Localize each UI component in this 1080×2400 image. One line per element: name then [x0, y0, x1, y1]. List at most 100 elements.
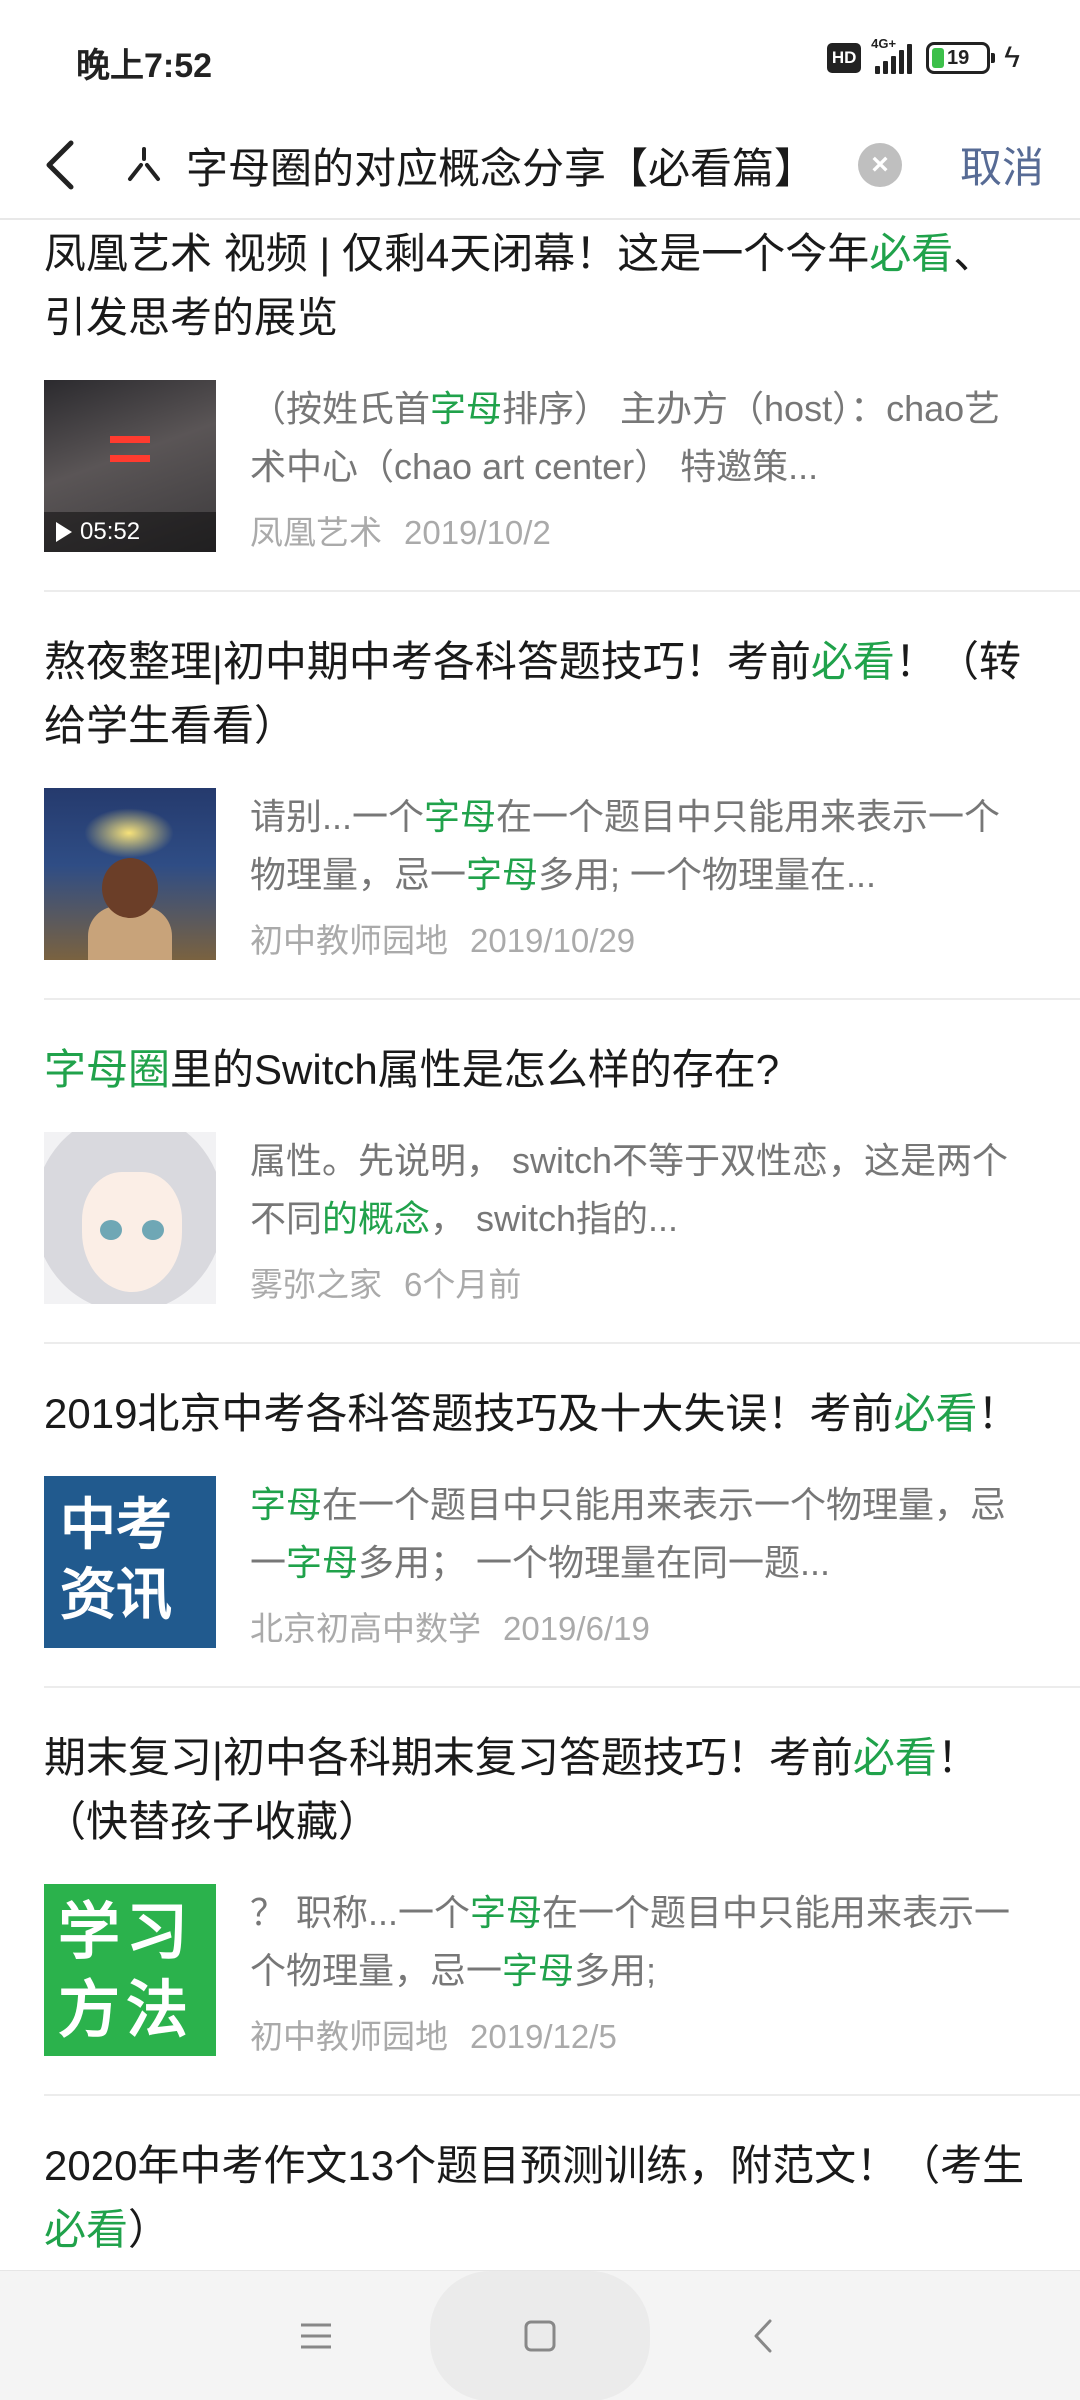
battery-level: 19	[946, 46, 970, 69]
result-source: 初中教师园地	[250, 2018, 448, 2055]
text-segment: 2019北京中考各科答题技巧及十大失误！考前	[44, 1390, 894, 1437]
network-type: 4G+	[871, 36, 897, 51]
result-thumbnail[interactable]: 学习方法	[44, 1884, 216, 2056]
anime-eye	[100, 1220, 122, 1240]
search-result-item[interactable]: 熬夜整理|初中期中考各科答题技巧！考前必看！（转给学生看看） 请别...一个字母在…	[0, 630, 1080, 960]
result-title[interactable]: 2020年中考作文13个题目预测训练，附范文！（考生必看）	[44, 2134, 1036, 2262]
cancel-button[interactable]: 取消	[960, 134, 1044, 195]
result-info: ？ 职称...一个字母在一个题目中只能用来表示一个物理量，忌一字母多用; 初中教师…	[250, 1884, 1036, 2056]
result-snippet: 字母在一个题目中只能用来表示一个物理量，忌一字母多用； 一个物理量在同一题...	[250, 1476, 1036, 1592]
result-divider	[44, 2094, 1080, 2096]
result-snippet: 请别...一个字母在一个题目中只能用来表示一个物理量，忌一字母多用; 一个物理量…	[250, 788, 1036, 904]
charging-icon: ϟ	[1004, 41, 1020, 74]
search-result-item[interactable]: 期末复习|初中各科期末复习答题技巧！考前必看！（快替孩子收藏） 学习方法 ？ 职称.…	[0, 1726, 1080, 2056]
battery-icon: 19	[926, 42, 996, 74]
result-title[interactable]: 期末复习|初中各科期末复习答题技巧！考前必看！（快替孩子收藏）	[44, 1726, 1036, 1854]
highlight-text: 必看	[869, 230, 954, 277]
search-query: 字母圈的对应概念分享【必看篇】	[186, 144, 817, 192]
thumbnail-text: 中考资讯	[60, 1493, 172, 1626]
student-head	[102, 858, 158, 918]
status-indicators: HD 4G+ 19 ϟ	[827, 36, 1020, 76]
chevron-left-icon	[46, 140, 74, 190]
signal-icon: 4G+	[871, 36, 913, 74]
status-time: 晚上7:52	[76, 47, 213, 85]
highlight-text: 的概念	[322, 1198, 431, 1239]
result-meta: 凤凰艺术 2019/10/2	[250, 506, 1036, 554]
text-segment: ）	[128, 2206, 171, 2253]
result-info: （按姓氏首字母排序） 主办方（host）：chao艺术中心（chao art c…	[250, 380, 1036, 552]
system-navigation-bar	[0, 2270, 1080, 2400]
back-button[interactable]	[28, 132, 94, 198]
result-date: 2019/10/29	[470, 922, 636, 959]
result-source: 北京初高中数学	[250, 1610, 481, 1647]
clear-search-button[interactable]: ×	[858, 143, 902, 187]
result-thumbnail[interactable]	[44, 1132, 216, 1304]
text-segment: 里的Switch属性是怎么样的存在?	[170, 1046, 780, 1093]
search-results-list: 凤凰艺术 视频 | 仅剩4天闭幕！这是一个今年必看、引发思考的展览 05:52 （按…	[0, 222, 1080, 2270]
result-date: 2019/6/19	[503, 1610, 650, 1647]
highlight-text: 字母	[470, 1892, 543, 1933]
highlight-text: 字母	[250, 1484, 323, 1525]
result-body: 学习方法 ？ 职称...一个字母在一个题目中只能用来表示一个物理量，忌一字母多用;…	[44, 1884, 1036, 2056]
text-segment: 多用; 一个物理量在...	[538, 854, 877, 895]
result-meta: 北京初高中数学 2019/6/19	[250, 1602, 1036, 1650]
result-date: 2019/10/2	[404, 514, 551, 551]
result-snippet: （按姓氏首字母排序） 主办方（host）：chao艺术中心（chao art c…	[250, 380, 1036, 496]
neon-artwork	[110, 436, 150, 462]
highlight-text: 必看	[893, 1390, 978, 1437]
search-result-item[interactable]: 凤凰艺术 视频 | 仅剩4天闭幕！这是一个今年必看、引发思考的展览 05:52 （按…	[0, 222, 1080, 552]
text-segment: ， switch指的...	[430, 1198, 679, 1239]
result-title[interactable]: 字母圈里的Switch属性是怎么样的存在?	[44, 1038, 1036, 1102]
result-info: 属性。先说明， switch不等于双性恋，这是两个不同的概念， switch指的…	[250, 1132, 1036, 1304]
status-bar: 晚上7:52 HD 4G+ 19 ϟ	[0, 0, 1080, 110]
highlight-text: 字母	[424, 796, 497, 837]
thumbnail-text: 学习方法	[58, 1898, 195, 2045]
result-title[interactable]: 凤凰艺术 视频 | 仅剩4天闭幕！这是一个今年必看、引发思考的展览	[44, 222, 1036, 350]
back-nav-button[interactable]	[714, 2291, 814, 2381]
anime-face	[82, 1172, 182, 1292]
highlight-text: 字母	[430, 388, 503, 429]
highlight-text: 字母	[466, 854, 539, 895]
lamp-light	[84, 808, 174, 858]
video-duration: 05:52	[44, 512, 216, 552]
search-result-item[interactable]: 字母圈里的Switch属性是怎么样的存在? 属性。先说明， switch不等于双性…	[0, 1038, 1080, 1304]
text-segment: 请别...一个	[250, 796, 425, 837]
result-source: 凤凰艺术	[250, 514, 382, 551]
text-segment: 期末复习|初中各科期末复习答题技巧！考前	[44, 1734, 853, 1781]
search-result-item[interactable]: 2019北京中考各科答题技巧及十大失误！考前必看！ 中考资讯 字母在一个题目中只能用…	[0, 1382, 1080, 1648]
highlight-text: 必看	[44, 2206, 129, 2253]
anime-eye	[142, 1220, 164, 1240]
duration-text: 05:52	[80, 518, 141, 545]
search-result-item[interactable]: 2020年中考作文13个题目预测训练，附范文！（考生必看）	[0, 2134, 1080, 2262]
menu-button[interactable]	[266, 2291, 366, 2381]
text-segment: ？ 职称...一个	[250, 1892, 471, 1933]
close-icon: ×	[871, 148, 889, 181]
text-segment: 熬夜整理|初中期中考各科答题技巧！考前	[44, 638, 811, 685]
sparkle-icon	[120, 141, 168, 189]
text-segment: 多用;	[574, 1950, 657, 1991]
result-divider	[44, 998, 1080, 1000]
highlight-text: 字母	[286, 1542, 359, 1583]
result-thumbnail[interactable]: 05:52	[44, 380, 216, 552]
result-thumbnail[interactable]: 中考资讯	[44, 1476, 216, 1648]
result-body: 05:52 （按姓氏首字母排序） 主办方（host）：chao艺术中心（chao …	[44, 380, 1036, 552]
search-input[interactable]: 字母圈的对应概念分享【必看篇】	[120, 126, 920, 204]
result-divider	[44, 1686, 1080, 1688]
result-info: 字母在一个题目中只能用来表示一个物理量，忌一字母多用； 一个物理量在同一题...…	[250, 1476, 1036, 1648]
result-meta: 初中教师园地 2019/12/5	[250, 2010, 1036, 2058]
result-date: 6个月前	[404, 1266, 522, 1303]
menu-icon	[301, 2323, 331, 2349]
result-title[interactable]: 熬夜整理|初中期中考各科答题技巧！考前必看！（转给学生看看）	[44, 630, 1036, 758]
result-info: 请别...一个字母在一个题目中只能用来表示一个物理量，忌一字母多用; 一个物理量…	[250, 788, 1036, 960]
home-button[interactable]	[490, 2291, 590, 2381]
search-header: 字母圈的对应概念分享【必看篇】 × 取消	[0, 110, 1080, 220]
result-thumbnail[interactable]	[44, 788, 216, 960]
result-meta: 雾弥之家 6个月前	[250, 1258, 1036, 1306]
result-divider	[44, 1342, 1080, 1344]
result-body: 请别...一个字母在一个题目中只能用来表示一个物理量，忌一字母多用; 一个物理量…	[44, 788, 1036, 960]
play-icon	[56, 522, 72, 542]
highlight-text: 字母	[502, 1950, 575, 1991]
text-segment: 多用； 一个物理量在同一题...	[358, 1542, 831, 1583]
text-segment: 2020年中考作文13个题目预测训练，附范文！（考生	[44, 2142, 1025, 2189]
result-title[interactable]: 2019北京中考各科答题技巧及十大失误！考前必看！	[44, 1382, 1036, 1446]
